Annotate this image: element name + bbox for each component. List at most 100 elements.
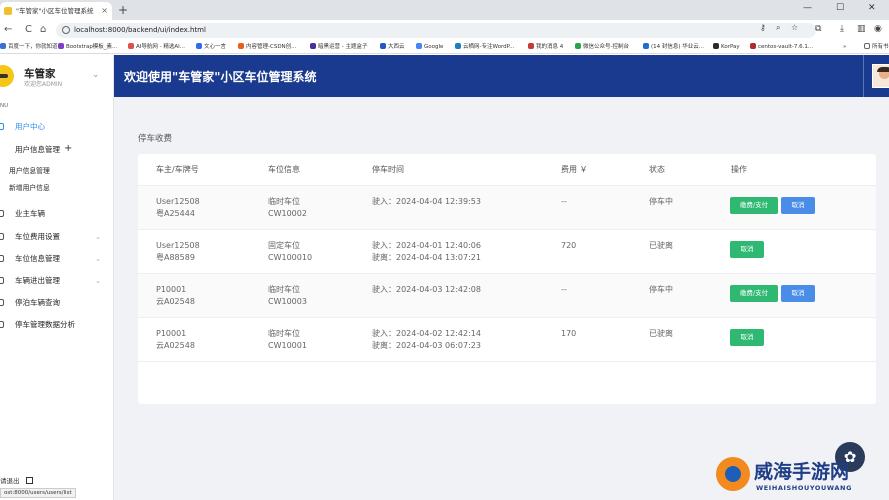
bookmark-item[interactable]: 百度一下，你就知道	[0, 42, 58, 52]
time-cell: 驶入：2024-04-01 12:40:06 驶离：2024-04-04 13:0…	[372, 241, 481, 262]
bookmark-item[interactable]: 大西云	[380, 42, 405, 52]
menu-heading: NU	[0, 103, 9, 109]
header-divider	[863, 55, 864, 97]
watermark-logo-icon	[716, 457, 750, 491]
back-button[interactable]: ←	[4, 23, 12, 37]
sidebar-subitem-add-user[interactable]: 新增用户信息	[9, 182, 50, 192]
browser-toolbar: ← C ⌂ localhost:8000/backend/ui/index.ht…	[0, 20, 889, 40]
bookmarks-bar: 百度一下，你就知道 Bootstrap模板_素... AI导航网 - 精选AI.…	[0, 40, 889, 54]
bookmark-item[interactable]: KorPay	[713, 42, 740, 52]
close-window-button[interactable]: ✕	[868, 3, 876, 13]
minimize-button[interactable]: —	[803, 3, 812, 13]
url-text: localhost:8000/backend/ui/index.html	[74, 26, 206, 34]
expand-plus-icon[interactable]: +	[64, 139, 72, 159]
all-bookmarks-button[interactable]: 所有书	[864, 42, 889, 52]
app-logo: 车管家 欢迎您ADMIN ⌄	[0, 55, 114, 98]
fee-cell: 170	[561, 329, 577, 338]
site-info-icon[interactable]	[62, 26, 70, 34]
sidebar-item-owner-vehicles[interactable]: 业主车辆	[0, 204, 113, 224]
sidebar-item-parked-query[interactable]: 停泊车辆查询	[0, 293, 113, 313]
new-tab-button[interactable]: +	[118, 2, 128, 18]
bookmark-item[interactable]: Bootstrap模板_素...	[58, 42, 117, 52]
watermark-subtext: WEIHAISHOUYOUWANG	[756, 484, 853, 492]
sidebar-subitem-user-info-manage[interactable]: 用户信息管理	[9, 165, 50, 175]
owner-cell: User12508 粤A25444	[156, 197, 200, 218]
bookmark-item[interactable]: Google	[416, 42, 443, 52]
fee-cell: --	[561, 285, 567, 294]
tab-close-icon[interactable]: ×	[101, 2, 108, 20]
bookmark-item[interactable]: (14 封信息) 华业云...	[643, 42, 704, 52]
sidebar-panel-icon[interactable]: ▥	[857, 24, 866, 34]
sidebar-item-data-analysis[interactable]: 停车管理数据分析	[0, 315, 113, 335]
cancel-button[interactable]: 取消	[781, 285, 815, 302]
cancel-button[interactable]: 取消	[730, 241, 764, 258]
sidebar-item-user-center[interactable]: 用户中心	[0, 117, 113, 137]
page-title: 欢迎使用"车管家"小区车位管理系统	[124, 70, 317, 84]
time-cell: 驶入：2024-04-02 12:42:14 驶离：2024-04-03 06:0…	[372, 329, 481, 350]
browser-tab-bar: "车管家"小区车位管理系统 × + — ☐ ✕	[0, 0, 889, 20]
home-button[interactable]: ⌂	[40, 23, 46, 37]
bookmarks-more-button[interactable]: »	[843, 42, 846, 52]
car-logo-icon	[0, 65, 14, 87]
chevron-down-icon: ⌄	[95, 255, 101, 263]
chevron-down-icon: ⌄	[95, 277, 101, 285]
table-row: P10001 云A02548 临时车位 CW10003 驶入：2024-04-03 …	[138, 274, 876, 318]
reload-button[interactable]: C	[25, 23, 32, 37]
download-icon[interactable]: ⤓	[840, 24, 844, 34]
zoom-icon[interactable]: ⌕	[776, 23, 780, 33]
main-content: 停车收费 车主/车牌号 车位信息 停车时间 费用 ￥ 状态 操作 User125…	[114, 97, 889, 500]
user-center-icon	[0, 123, 4, 130]
pay-button[interactable]: 缴费/支付	[730, 285, 778, 302]
watermark-text: 威海手游网	[754, 461, 850, 483]
parking-slot-icon	[0, 255, 4, 262]
welcome-user: 欢迎您ADMIN	[24, 81, 63, 88]
status-badge: 已驶离	[649, 329, 673, 338]
browser-tab[interactable]: "车管家"小区车位管理系统 ×	[0, 2, 112, 20]
bookmark-item[interactable]: 微信公众号-控制台	[575, 42, 629, 52]
sidebar-item-entry-exit[interactable]: 车辆进出管理 ⌄	[0, 271, 113, 291]
sidebar: 车管家 欢迎您ADMIN ⌄ NU 用户中心 用户信息管理 + 用户信息管理 新…	[0, 55, 114, 500]
maximize-button[interactable]: ☐	[836, 3, 844, 13]
cancel-button[interactable]: 取消	[781, 197, 815, 214]
search-icon	[0, 299, 4, 306]
sidebar-item-slot-info[interactable]: 车位信息管理 ⌄	[0, 249, 113, 269]
extensions-icon[interactable]: ⧉	[815, 24, 821, 34]
status-badge: 已驶离	[649, 241, 673, 250]
column-header-owner: 车主/车牌号	[156, 165, 199, 174]
bookmark-item[interactable]: 内容管理-CSDN创...	[238, 42, 296, 52]
time-cell: 驶入：2024-04-03 12:42:08	[372, 285, 481, 294]
bookmark-item[interactable]: 云栖网-专注WordP...	[455, 42, 514, 52]
owner-cell: P10001 云A02548	[156, 329, 195, 350]
bookmark-item[interactable]: 我的消息 4	[528, 42, 563, 52]
sidebar-item-fee-settings[interactable]: 车位费用设置 ⌄	[0, 227, 113, 247]
avatar[interactable]	[872, 64, 889, 88]
slot-cell: 临时车位 CW10003	[268, 285, 307, 306]
column-header-status: 状态	[649, 165, 665, 174]
bookmark-star-icon[interactable]: ☆	[791, 23, 798, 32]
slot-cell: 临时车位 CW10002	[268, 197, 307, 218]
slot-cell: 临时车位 CW10001	[268, 329, 307, 350]
chevron-down-icon[interactable]: ⌄	[92, 70, 100, 80]
bookmark-item[interactable]: centos-vault-7.6.1...	[750, 42, 813, 52]
bookmark-item[interactable]: 文心一言	[196, 42, 226, 52]
address-bar[interactable]: localhost:8000/backend/ui/index.html	[56, 23, 816, 38]
slot-cell: 固定车位 CW100010	[268, 241, 313, 262]
pay-button[interactable]: 缴费/支付	[730, 197, 778, 214]
sidebar-item-user-info[interactable]: 用户信息管理 +	[0, 140, 113, 160]
tab-favicon-icon	[4, 7, 12, 15]
column-header-fee: 费用 ￥	[561, 165, 588, 174]
logout-link[interactable]: 请退出	[0, 475, 33, 485]
password-key-icon[interactable]: ⚷	[760, 23, 766, 32]
bookmark-item[interactable]: AI导航网 - 精选AI...	[128, 42, 185, 52]
column-header-slot: 车位信息	[268, 165, 300, 174]
profile-icon[interactable]: ◉	[874, 24, 882, 34]
analytics-icon	[0, 321, 4, 328]
top-header: 欢迎使用"车管家"小区车位管理系统	[114, 55, 889, 97]
fee-cell: 720	[561, 241, 577, 250]
logout-icon	[25, 477, 33, 484]
bookmark-item[interactable]: 暗黑运营 - 主题盒子	[310, 42, 367, 52]
column-header-time: 停车时间	[372, 165, 404, 174]
entry-exit-icon	[0, 277, 4, 284]
tab-title: "车管家"小区车位管理系统	[16, 7, 94, 15]
cancel-button[interactable]: 取消	[730, 329, 764, 346]
